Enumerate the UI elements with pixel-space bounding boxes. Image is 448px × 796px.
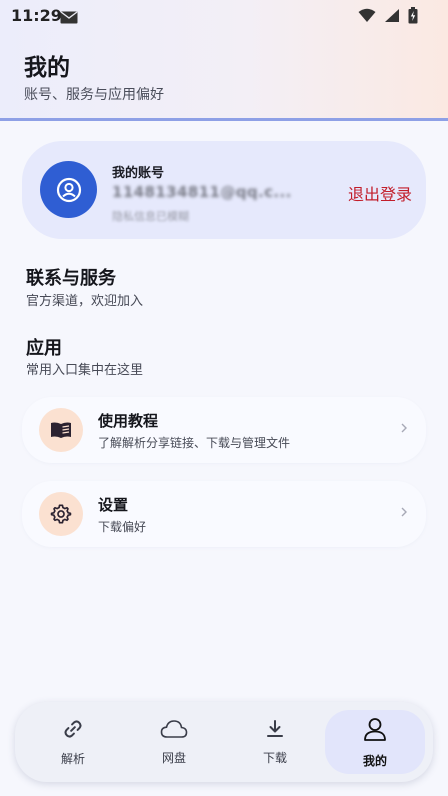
section-subtitle-contact: 官方渠道，欢迎加入 — [26, 294, 144, 309]
account-email: 1148134811@qq.c... — [112, 183, 292, 201]
book-icon — [39, 408, 83, 452]
battery-charging-icon — [408, 7, 418, 28]
account-card: 我的账号 1148134811@qq.c... 隐私信息已模糊 退出登录 — [22, 141, 426, 239]
nav-label-mine: 我的 — [362, 753, 387, 768]
download-icon — [265, 719, 285, 743]
nav-label-cloud: 网盘 — [161, 750, 186, 765]
nav-item-download[interactable]: 下载 — [225, 710, 325, 774]
chevron-right-icon — [400, 420, 408, 439]
chevron-right-icon — [400, 504, 408, 523]
mail-icon — [60, 9, 78, 28]
account-status: 隐私信息已模糊 — [112, 210, 189, 223]
page-subtitle: 账号、服务与应用偏好 — [24, 87, 164, 103]
nav-item-parse[interactable]: 解析 — [23, 710, 123, 774]
item-subtitle-settings: 下载偏好 — [98, 520, 147, 534]
list-item-tutorial[interactable]: 使用教程 了解解析分享链接、下载与管理文件 — [22, 397, 426, 463]
wifi-icon — [358, 8, 376, 27]
gear-icon — [39, 492, 83, 536]
cloud-icon — [160, 719, 188, 743]
page-title: 我的 — [24, 55, 70, 81]
status-icons — [358, 7, 418, 28]
nav-label-download: 下载 — [262, 750, 287, 765]
screen: 我的 账号、服务与应用偏好 11:29 我的账号 1148134811@qq.c… — [0, 0, 448, 796]
person-icon — [362, 716, 388, 746]
section-title-contact: 联系与服务 — [26, 268, 116, 289]
section-title-apps: 应用 — [26, 338, 62, 359]
bottom-nav: 解析 网盘 下载 我的 — [15, 702, 433, 782]
nav-item-cloud[interactable]: 网盘 — [124, 710, 224, 774]
logout-button[interactable]: 退出登录 — [342, 177, 418, 209]
nav-item-mine[interactable]: 我的 — [325, 710, 425, 774]
account-label: 我的账号 — [112, 166, 165, 181]
link-icon — [62, 718, 84, 744]
nav-label-parse: 解析 — [60, 751, 85, 766]
item-title-settings: 设置 — [98, 496, 129, 514]
signal-icon — [384, 8, 400, 27]
user-icon[interactable] — [40, 161, 97, 218]
status-time: 11:29 — [11, 6, 62, 25]
list-item-settings[interactable]: 设置 下载偏好 — [22, 481, 426, 547]
item-title-tutorial: 使用教程 — [98, 412, 159, 430]
item-subtitle-tutorial: 了解解析分享链接、下载与管理文件 — [98, 436, 291, 450]
section-subtitle-apps: 常用入口集中在这里 — [26, 363, 144, 378]
status-bar: 11:29 — [0, 0, 448, 32]
